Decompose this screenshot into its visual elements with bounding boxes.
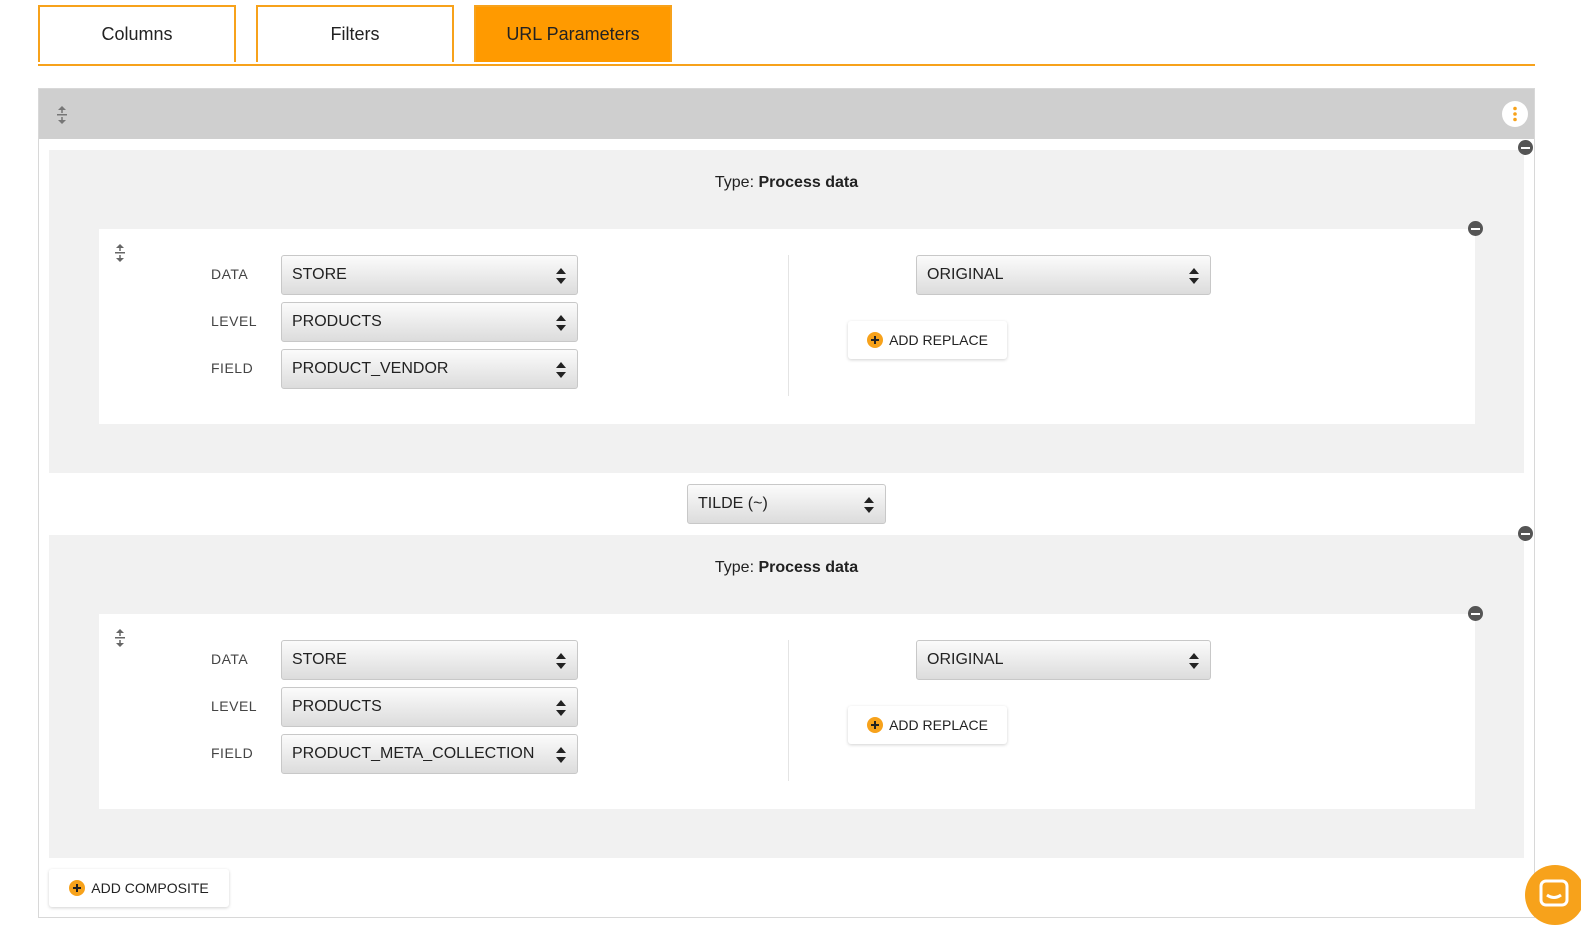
type-value: Process data [758,559,859,576]
add-composite-label: ADD COMPOSITE [91,880,209,896]
transform-select[interactable]: ORIGINAL [916,255,1211,295]
add-replace-label: ADD REPLACE [889,717,988,733]
plus-circle-icon [69,880,86,896]
tab-filters[interactable]: Filters [256,5,454,62]
data-label: DATA [211,266,249,282]
field-select-value: PRODUCT_VENDOR [292,360,449,377]
select-arrows-icon [556,362,566,378]
add-replace-button[interactable]: ADD REPLACE [848,321,1007,359]
remove-composite-icon[interactable] [1518,526,1533,541]
data-select-value: STORE [292,651,347,668]
data-select[interactable]: STORE [281,255,578,295]
composite-block: Type: Process data DATA STORE LEVEL PROD… [49,150,1524,473]
select-arrows-icon [556,315,566,331]
add-replace-label: ADD REPLACE [889,332,988,348]
tab-columns[interactable]: Columns [38,5,236,62]
data-select[interactable]: STORE [281,640,578,680]
type-prefix: Type: [714,174,755,191]
type-value: Process data [758,174,859,191]
remove-composite-icon[interactable] [1518,140,1533,155]
select-arrows-icon [864,497,874,513]
remove-field-icon[interactable] [1468,221,1483,236]
data-label: DATA [211,651,249,667]
select-arrows-icon [556,653,566,669]
field-label: FIELD [211,360,254,376]
url-parameter-panel: Type: Process data DATA STORE LEVEL PROD… [38,88,1535,918]
chat-launcher-button[interactable] [1525,865,1581,925]
divider [788,640,789,781]
drag-handle-icon[interactable] [113,243,127,263]
panel-header [39,89,1534,139]
add-composite-button[interactable]: ADD COMPOSITE [49,869,229,907]
tab-url-parameters[interactable]: URL Parameters [474,5,672,62]
data-select-value: STORE [292,266,347,283]
process-data-card: DATA STORE LEVEL PRODUCTS FIELD PRODUCT_… [99,614,1475,809]
level-label: LEVEL [211,698,258,714]
plus-circle-icon [867,717,884,733]
transform-select-value: ORIGINAL [927,266,1004,283]
transform-select[interactable]: ORIGINAL [916,640,1211,680]
type-label: Type: Process data [49,559,1524,577]
chat-icon [1539,879,1569,907]
field-select-value: PRODUCT_META_COLLECTION [292,745,535,762]
type-prefix: Type: [714,559,755,576]
remove-field-icon[interactable] [1468,606,1483,621]
transform-select-value: ORIGINAL [927,651,1004,668]
tab-bar: Columns Filters URL Parameters [38,5,1535,66]
level-select[interactable]: PRODUCTS [281,302,578,342]
tab-columns-label: Columns [101,24,173,44]
field-label: FIELD [211,745,254,761]
select-arrows-icon [556,747,566,763]
select-arrows-icon [1189,268,1199,284]
divider [788,255,789,396]
separator-select[interactable]: TILDE (~) [687,484,886,524]
level-label: LEVEL [211,313,258,329]
level-select-value: PRODUCTS [292,698,382,715]
plus-circle-icon [867,332,884,348]
kebab-menu-icon[interactable] [1502,101,1528,127]
tab-filters-label: Filters [330,24,380,44]
drag-handle-icon[interactable] [113,628,127,648]
add-replace-button[interactable]: ADD REPLACE [848,706,1007,744]
process-data-card: DATA STORE LEVEL PRODUCTS FIELD PRODUCT_… [99,229,1475,424]
tab-url-parameters-label: URL Parameters [506,24,640,44]
field-select[interactable]: PRODUCT_META_COLLECTION [281,734,578,774]
level-select[interactable]: PRODUCTS [281,687,578,727]
select-arrows-icon [556,700,566,716]
separator-select-value: TILDE (~) [698,495,768,512]
level-select-value: PRODUCTS [292,313,382,330]
select-arrows-icon [1189,653,1199,669]
type-label: Type: Process data [49,174,1524,192]
select-arrows-icon [556,268,566,284]
field-select[interactable]: PRODUCT_VENDOR [281,349,578,389]
composite-block: Type: Process data DATA STORE LEVEL PROD… [49,535,1524,858]
drag-handle-icon[interactable] [55,105,69,125]
